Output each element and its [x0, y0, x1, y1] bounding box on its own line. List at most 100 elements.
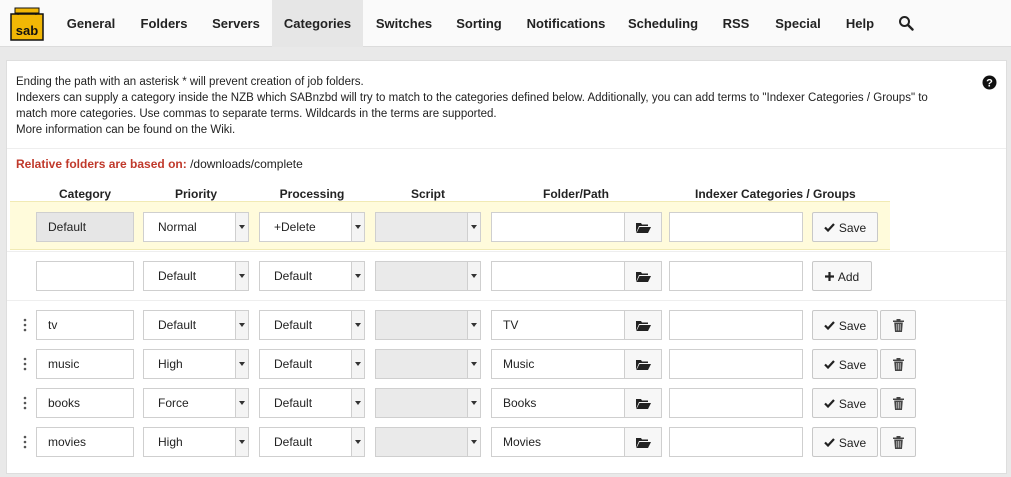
- intro-text: Ending the path with an asterisk * will …: [16, 74, 966, 138]
- browse-folder-button[interactable]: [625, 310, 662, 340]
- indexer-groups-input[interactable]: [669, 212, 803, 242]
- folder-path-input[interactable]: Books: [491, 388, 625, 418]
- script-select[interactable]: [375, 388, 481, 418]
- folder-path-input[interactable]: [491, 261, 625, 291]
- search-icon[interactable]: [898, 15, 914, 31]
- drag-handle-icon[interactable]: [23, 318, 27, 332]
- script-select[interactable]: [375, 212, 481, 242]
- divider: [7, 300, 1006, 301]
- save-button[interactable]: Save: [812, 212, 878, 242]
- help-icon[interactable]: ?: [982, 75, 997, 90]
- save-button[interactable]: Save: [812, 388, 878, 418]
- processing-select[interactable]: Default: [259, 388, 365, 418]
- chevron-down-icon: [467, 262, 480, 290]
- indexer-groups-input[interactable]: [669, 349, 803, 379]
- select-value: Default: [158, 318, 197, 332]
- folder-open-icon: [636, 223, 651, 233]
- divider: [7, 148, 1006, 149]
- browse-folder-button[interactable]: [625, 388, 662, 418]
- browse-folder-button[interactable]: [625, 349, 662, 379]
- nav-rss[interactable]: RSS: [716, 0, 756, 47]
- script-select[interactable]: [375, 349, 481, 379]
- delete-button[interactable]: [880, 310, 916, 340]
- nav-general[interactable]: General: [56, 0, 126, 47]
- indexer-groups-input[interactable]: [669, 261, 803, 291]
- priority-select[interactable]: Default: [143, 261, 249, 291]
- delete-button[interactable]: [880, 427, 916, 457]
- check-icon: [824, 321, 835, 331]
- chevron-down-icon: [235, 311, 248, 339]
- script-select[interactable]: [375, 427, 481, 457]
- category-name-input[interactable]: books: [36, 388, 134, 418]
- chevron-down-icon: [235, 350, 248, 378]
- intro-line: Ending the path with an asterisk * will …: [16, 76, 364, 88]
- select-value: Force: [158, 396, 189, 410]
- nav-folders[interactable]: Folders: [129, 0, 199, 47]
- folder-path-input[interactable]: Movies: [491, 427, 625, 457]
- priority-select[interactable]: High: [143, 349, 249, 379]
- sabnzbd-logo[interactable]: sab: [9, 4, 45, 42]
- chevron-down-icon: [467, 311, 480, 339]
- drag-handle-icon[interactable]: [23, 396, 27, 410]
- indexer-groups-input[interactable]: [669, 310, 803, 340]
- chevron-down-icon: [235, 428, 248, 456]
- nav-categories[interactable]: Categories: [272, 0, 363, 47]
- chevron-down-icon: [467, 428, 480, 456]
- nav-servers[interactable]: Servers: [201, 0, 271, 47]
- priority-select[interactable]: Default: [143, 310, 249, 340]
- nav-special[interactable]: Special: [768, 0, 828, 47]
- select-value: +Delete: [274, 220, 316, 234]
- check-icon: [824, 438, 835, 448]
- delete-button[interactable]: [880, 388, 916, 418]
- indexer-groups-input[interactable]: [669, 427, 803, 457]
- chevron-down-icon: [235, 213, 248, 241]
- button-label: Add: [837, 269, 860, 284]
- delete-button[interactable]: [880, 349, 916, 379]
- nav-switches[interactable]: Switches: [366, 0, 442, 47]
- top-navbar: sab General Folders Servers Categories S…: [0, 0, 1011, 47]
- new-category-name-input[interactable]: [36, 261, 134, 291]
- processing-select[interactable]: Default: [259, 261, 365, 291]
- folder-path-input[interactable]: TV: [491, 310, 625, 340]
- folder-path-input[interactable]: Music: [491, 349, 625, 379]
- processing-select[interactable]: Default: [259, 310, 365, 340]
- save-button[interactable]: Save: [812, 427, 878, 457]
- priority-select[interactable]: High: [143, 427, 249, 457]
- processing-select[interactable]: Default: [259, 427, 365, 457]
- priority-select[interactable]: Force: [143, 388, 249, 418]
- priority-select[interactable]: Normal: [143, 212, 249, 242]
- browse-folder-button[interactable]: [625, 427, 662, 457]
- drag-handle-icon[interactable]: [23, 435, 27, 449]
- add-category-button[interactable]: Add: [812, 261, 872, 291]
- processing-select[interactable]: Default: [259, 349, 365, 379]
- trash-icon: [893, 358, 904, 371]
- trash-icon: [893, 319, 904, 332]
- nav-notifications[interactable]: Notifications: [520, 0, 612, 47]
- drag-handle-icon[interactable]: [23, 357, 27, 371]
- script-select[interactable]: [375, 310, 481, 340]
- category-name-input[interactable]: tv: [36, 310, 134, 340]
- category-name-input[interactable]: music: [36, 349, 134, 379]
- script-select[interactable]: [375, 261, 481, 291]
- browse-folder-button[interactable]: [625, 261, 662, 291]
- chevron-down-icon: [351, 311, 364, 339]
- nav-scheduling[interactable]: Scheduling: [622, 0, 704, 47]
- category-name-input[interactable]: movies: [36, 427, 134, 457]
- chevron-down-icon: [467, 213, 480, 241]
- nav-sorting[interactable]: Sorting: [448, 0, 510, 47]
- nav-help[interactable]: Help: [840, 0, 880, 47]
- relative-folders-label: Relative folders are based on:: [16, 157, 187, 171]
- header-folder-path: Folder/Path: [542, 187, 609, 201]
- select-value: Default: [158, 269, 197, 283]
- folder-open-icon: [636, 321, 651, 331]
- save-button[interactable]: Save: [812, 349, 878, 379]
- select-value: Normal: [158, 220, 197, 234]
- chevron-down-icon: [467, 350, 480, 378]
- processing-select[interactable]: +Delete: [259, 212, 365, 242]
- indexer-groups-input[interactable]: [669, 388, 803, 418]
- header-processing: Processing: [279, 187, 345, 201]
- browse-folder-button[interactable]: [625, 212, 662, 242]
- save-button[interactable]: Save: [812, 310, 878, 340]
- svg-text:?: ?: [986, 78, 993, 90]
- folder-path-input[interactable]: [491, 212, 625, 242]
